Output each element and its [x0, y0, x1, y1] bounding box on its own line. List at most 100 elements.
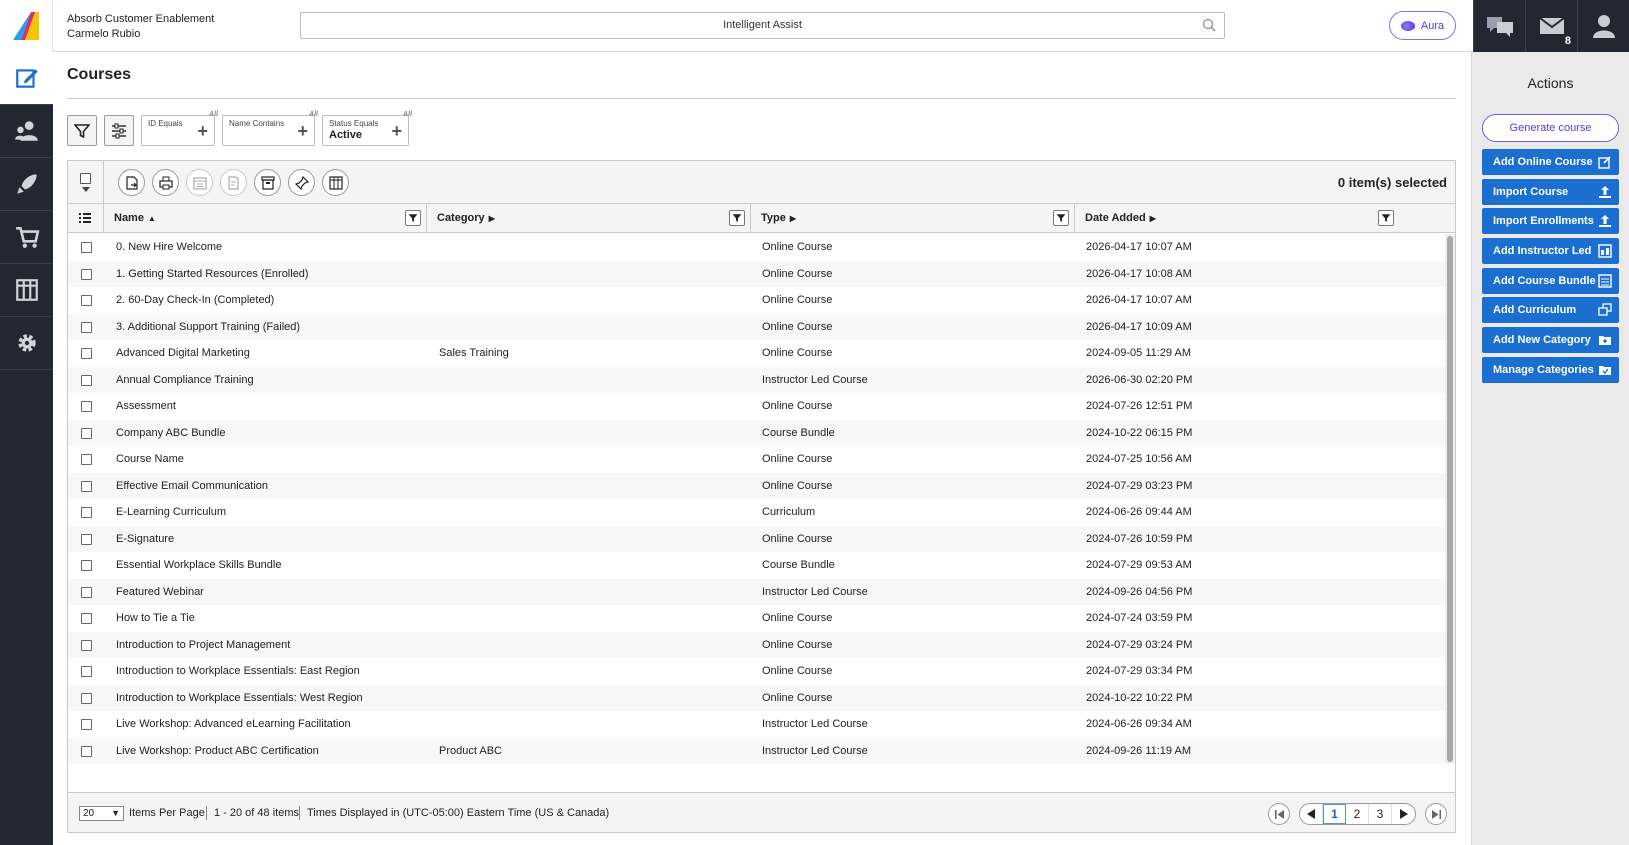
schedule-button[interactable] [186, 169, 213, 196]
column-header-name[interactable]: Name ▲ [104, 204, 427, 232]
row-checkbox[interactable] [81, 613, 92, 624]
search-icon[interactable] [1202, 18, 1216, 32]
cell-name[interactable]: Course Name [116, 453, 184, 465]
filter-button[interactable] [67, 115, 97, 146]
row-checkbox[interactable] [81, 639, 92, 651]
column-header-date-added[interactable]: Date Added ▶ [1075, 204, 1399, 232]
table-row[interactable]: Featured Webinar Instructor Led Course 202… [68, 578, 1445, 605]
row-checkbox[interactable] [81, 242, 92, 253]
row-checkbox[interactable] [81, 427, 92, 439]
filter-chip-name[interactable]: Name Contains + All [222, 111, 318, 146]
add-filter-icon[interactable]: + [197, 122, 208, 140]
cell-name[interactable]: Assessment [116, 400, 176, 412]
cell-name[interactable]: Essential Workplace Skills Bundle [116, 559, 281, 571]
table-row[interactable]: Essential Workplace Skills Bundle Course … [68, 552, 1445, 579]
cell-name[interactable]: Introduction to Workplace Essentials: We… [116, 692, 363, 704]
row-checkbox[interactable] [81, 586, 92, 598]
cell-name[interactable]: E-Learning Curriculum [116, 506, 226, 518]
per-page-select[interactable]: 20 ▼ [79, 806, 124, 821]
page-2-button[interactable]: 2 [1346, 804, 1369, 824]
table-row[interactable]: Introduction to Workplace Essentials: Ea… [68, 658, 1445, 685]
cell-name[interactable]: How to Tie a Tie [116, 612, 195, 624]
action-add-curriculum-button[interactable]: Add Curriculum [1482, 297, 1619, 324]
filter-chip-id[interactable]: ID Equals + All [141, 111, 218, 146]
select-all-checkbox[interactable] [80, 172, 91, 184]
absorb-logo[interactable] [0, 0, 53, 52]
columns-button[interactable] [322, 169, 349, 196]
search-input[interactable]: Intelligent Assist [300, 12, 1225, 39]
nav-users[interactable] [0, 105, 53, 158]
table-row[interactable]: Advanced Digital Marketing Sales Training… [68, 340, 1445, 367]
first-page-button[interactable] [1268, 803, 1290, 825]
column-header-category[interactable]: Category ▶ [427, 204, 751, 232]
cell-name[interactable]: Introduction to Workplace Essentials: Ea… [116, 665, 360, 677]
table-row[interactable]: Introduction to Workplace Essentials: We… [68, 684, 1445, 711]
column-header-type[interactable]: Type ▶ [751, 204, 1075, 232]
table-row[interactable]: E-Learning Curriculum Curriculum 2024-06-2… [68, 499, 1445, 526]
row-options-header[interactable] [68, 204, 104, 232]
page-1-button[interactable]: 1 [1323, 804, 1346, 824]
add-filter-icon[interactable]: + [297, 122, 308, 140]
action-add-online-course-button[interactable]: Add Online Course [1482, 149, 1619, 175]
nav-launch[interactable] [0, 158, 53, 211]
help-chat-button[interactable] [1473, 0, 1525, 52]
table-row[interactable]: How to Tie a Tie Online Course 2024-07-24 … [68, 605, 1445, 632]
column-settings-button[interactable] [104, 115, 134, 146]
row-checkbox[interactable] [81, 348, 92, 359]
add-filter-icon[interactable]: + [391, 122, 402, 140]
cell-name[interactable]: E-Signature [116, 533, 174, 545]
table-row[interactable]: Assessment Online Course 2024-07-26 12:51 … [68, 393, 1445, 420]
page-3-button[interactable]: 3 [1369, 804, 1392, 824]
table-scrollbar[interactable] [1445, 234, 1455, 764]
table-row[interactable]: Annual Compliance Training Instructor Led… [68, 366, 1445, 393]
table-row[interactable]: 3. Additional Support Training (Failed) O… [68, 313, 1445, 340]
table-row[interactable]: 0. New Hire Welcome Online Course 2026-04-… [68, 234, 1445, 261]
action-add-new-category-button[interactable]: Add New Category [1482, 327, 1619, 354]
table-row[interactable]: Effective Email Communication Online Cour… [68, 472, 1445, 499]
row-checkbox[interactable] [81, 533, 92, 545]
table-row[interactable]: Company ABC Bundle Course Bundle 2024-10-2… [68, 419, 1445, 446]
aura-button[interactable]: Aura [1389, 11, 1456, 40]
column-filter-button[interactable] [1053, 210, 1069, 226]
action-import-course-button[interactable]: Import Course [1482, 178, 1619, 205]
print-button[interactable] [152, 169, 179, 196]
row-checkbox[interactable] [81, 454, 92, 465]
cell-name[interactable]: 2. 60-Day Check-In (Completed) [116, 294, 274, 306]
next-page-button[interactable] [1392, 804, 1415, 824]
cell-name[interactable]: Featured Webinar [116, 586, 204, 598]
last-page-button[interactable] [1425, 803, 1447, 825]
row-checkbox[interactable] [81, 666, 92, 677]
action-import-enrollments-button[interactable]: Import Enrollments [1482, 208, 1619, 235]
cell-name[interactable]: Company ABC Bundle [116, 427, 225, 439]
nav-settings[interactable] [0, 317, 53, 370]
row-checkbox[interactable] [81, 692, 92, 704]
row-checkbox[interactable] [81, 560, 92, 571]
messages-button[interactable]: 8 [1525, 0, 1577, 52]
archive-button[interactable] [254, 169, 281, 196]
nav-courses[interactable] [0, 52, 53, 105]
row-checkbox[interactable] [81, 295, 92, 306]
cell-name[interactable]: Live Workshop: Product ABC Certification [116, 745, 319, 757]
table-row[interactable]: Live Workshop: Advanced eLearning Facili… [68, 711, 1445, 738]
row-checkbox[interactable] [81, 268, 92, 280]
cell-name[interactable]: Effective Email Communication [116, 480, 268, 492]
pin-button[interactable] [288, 169, 315, 196]
cell-name[interactable]: Advanced Digital Marketing [116, 347, 250, 359]
row-checkbox[interactable] [81, 321, 92, 333]
cell-name[interactable]: Introduction to Project Management [116, 639, 290, 651]
column-filter-button[interactable] [729, 210, 745, 226]
action-add-course-bundle-button[interactable]: Add Course Bundle [1482, 267, 1619, 294]
prev-page-button[interactable] [1300, 804, 1323, 824]
row-checkbox[interactable] [81, 480, 92, 492]
action-add-instructor-led-button[interactable]: Add Instructor Led [1482, 238, 1619, 265]
filter-chip-status[interactable]: Status Equals Active + All [322, 111, 412, 146]
cell-name[interactable]: 1. Getting Started Resources (Enrolled) [116, 268, 309, 280]
row-checkbox[interactable] [81, 507, 92, 518]
table-row[interactable]: Live Workshop: Product ABC Certification… [68, 737, 1445, 764]
export-button[interactable] [118, 169, 145, 196]
cell-name[interactable]: Live Workshop: Advanced eLearning Facili… [116, 718, 351, 730]
select-all-dropdown[interactable] [68, 161, 104, 203]
row-checkbox[interactable] [81, 745, 92, 757]
table-row[interactable]: Course Name Online Course 2024-07-25 10:56… [68, 446, 1445, 473]
row-checkbox[interactable] [81, 374, 92, 386]
